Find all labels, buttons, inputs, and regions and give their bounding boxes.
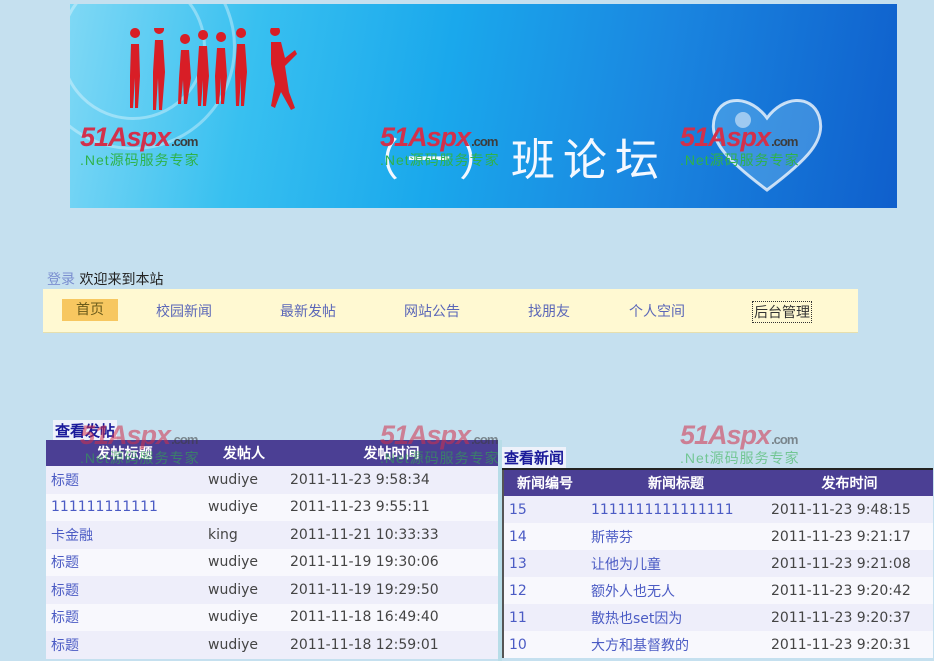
table-row: 标题 wudiye 2011-11-18 16:49:40 — [46, 603, 498, 631]
news-time: 2011-11-23 9:20:31 — [766, 631, 933, 658]
news-title-link[interactable]: 散热也set因为 — [586, 604, 766, 631]
nav-find-friends[interactable]: 找朋友 — [528, 301, 570, 321]
post-title-link[interactable]: 标题 — [46, 576, 203, 604]
news-id-link[interactable]: 11 — [503, 604, 586, 631]
post-time: 2011-11-19 19:30:06 — [285, 548, 498, 576]
news-id-link[interactable]: 15 — [503, 496, 586, 523]
column-header: 新闻编号 — [503, 469, 586, 496]
banner-watermark-3: 51Aspx.com .Net源码服务专家 — [680, 122, 800, 168]
nav-announcements[interactable]: 网站公告 — [404, 301, 460, 321]
post-title-link[interactable]: 111111111111 — [46, 493, 203, 521]
post-author: wudiye — [203, 631, 285, 659]
dancers-icon — [130, 28, 297, 110]
post-author: king — [203, 521, 285, 549]
table-row: 标题 wudiye 2011-11-23 9:58:34 — [46, 466, 498, 494]
news-id-link[interactable]: 13 — [503, 550, 586, 577]
table-row: 12 额外人也无人 2011-11-23 9:20:42 — [503, 577, 933, 604]
news-title-link[interactable]: 大方和基督教的 — [586, 631, 766, 658]
main-nav: 首页 校园新闻 最新发帖 网站公告 找朋友 个人空间 后台管理 — [43, 289, 858, 333]
post-time: 2011-11-19 19:29:50 — [285, 576, 498, 604]
post-title-link[interactable]: 标题 — [46, 466, 203, 494]
news-title-link[interactable]: 额外人也无人 — [586, 577, 766, 604]
table-row: 11 散热也set因为 2011-11-23 9:20:37 — [503, 604, 933, 631]
site-banner: （一）班论坛 51Aspx.com .Net源码服务专家 51Aspx.com … — [70, 4, 897, 208]
post-time: 2011-11-18 16:49:40 — [285, 603, 498, 631]
watermark-overlay-2: 51Aspx.com .Net源码服务专家 — [380, 420, 500, 466]
news-id-link[interactable]: 10 — [503, 631, 586, 658]
nav-home[interactable]: 首页 — [62, 299, 118, 321]
table-row: 标题 wudiye 2011-11-19 19:29:50 — [46, 576, 498, 604]
table-row: 111111111111 wudiye 2011-11-23 9:55:11 — [46, 493, 498, 521]
column-header: 发布时间 — [766, 469, 933, 496]
nav-latest-posts[interactable]: 最新发帖 — [280, 301, 336, 321]
news-time: 2011-11-23 9:21:17 — [766, 523, 933, 550]
login-link[interactable]: 登录 — [47, 272, 75, 288]
post-author: wudiye — [203, 603, 285, 631]
welcome-text: 欢迎来到本站 — [79, 272, 164, 288]
post-time: 2011-11-18 12:59:01 — [285, 631, 498, 659]
table-row: 10 大方和基督教的 2011-11-23 9:20:31 — [503, 631, 933, 658]
post-author: wudiye — [203, 548, 285, 576]
banner-watermark-2: 51Aspx.com .Net源码服务专家 — [380, 122, 500, 168]
table-row: 卡金融 king 2011-11-21 10:33:33 — [46, 521, 498, 549]
post-title-link[interactable]: 卡金融 — [46, 521, 203, 549]
news-id-link[interactable]: 14 — [503, 523, 586, 550]
news-title-link[interactable]: 让他为儿童 — [586, 550, 766, 577]
nav-campus-news[interactable]: 校园新闻 — [156, 301, 212, 321]
post-author: wudiye — [203, 466, 285, 494]
nav-personal-space[interactable]: 个人空间 — [629, 301, 685, 321]
news-section-title[interactable]: 查看新闻 — [502, 447, 567, 468]
watermark-overlay-1: 51Aspx.com .Net源码服务专家 — [80, 420, 200, 466]
news-time: 2011-11-23 9:20:37 — [766, 604, 933, 631]
nav-admin[interactable]: 后台管理 — [752, 301, 812, 323]
news-time: 2011-11-23 9:48:15 — [766, 496, 933, 523]
post-title-link[interactable]: 标题 — [46, 631, 203, 659]
post-author: wudiye — [203, 493, 285, 521]
table-row: 标题 wudiye 2011-11-18 12:59:01 — [46, 631, 498, 659]
news-id-link[interactable]: 12 — [503, 577, 586, 604]
post-time: 2011-11-23 9:55:11 — [285, 493, 498, 521]
post-title-link[interactable]: 标题 — [46, 603, 203, 631]
table-row: 15 1111111111111111 2011-11-23 9:48:15 — [503, 496, 933, 523]
table-row: 标题 wudiye 2011-11-19 19:30:06 — [46, 548, 498, 576]
post-time: 2011-11-23 9:58:34 — [285, 466, 498, 494]
banner-watermark-1: 51Aspx.com .Net源码服务专家 — [80, 122, 200, 168]
news-title-link[interactable]: 1111111111111111 — [586, 496, 766, 523]
news-table: 新闻编号 新闻标题 发布时间 15 1111111111111111 2011-11… — [502, 468, 933, 658]
column-header: 发帖人 — [203, 440, 285, 466]
watermark-overlay-3: 51Aspx.com .Net源码服务专家 — [680, 420, 800, 466]
column-header: 新闻标题 — [586, 469, 766, 496]
post-author: wudiye — [203, 576, 285, 604]
posts-table: 发帖标题 发帖人 发帖时间 标题 wudiye 2011-11-23 9:58:34… — [46, 440, 498, 659]
post-title-link[interactable]: 标题 — [46, 548, 203, 576]
login-bar: 登录 欢迎来到本站 — [47, 269, 163, 289]
news-time: 2011-11-23 9:20:42 — [766, 577, 933, 604]
post-time: 2011-11-21 10:33:33 — [285, 521, 498, 549]
table-row: 14 斯蒂芬 2011-11-23 9:21:17 — [503, 523, 933, 550]
table-header-row: 新闻编号 新闻标题 发布时间 — [503, 469, 933, 496]
news-title-link[interactable]: 斯蒂芬 — [586, 523, 766, 550]
table-row: 13 让他为儿童 2011-11-23 9:21:08 — [503, 550, 933, 577]
news-time: 2011-11-23 9:21:08 — [766, 550, 933, 577]
